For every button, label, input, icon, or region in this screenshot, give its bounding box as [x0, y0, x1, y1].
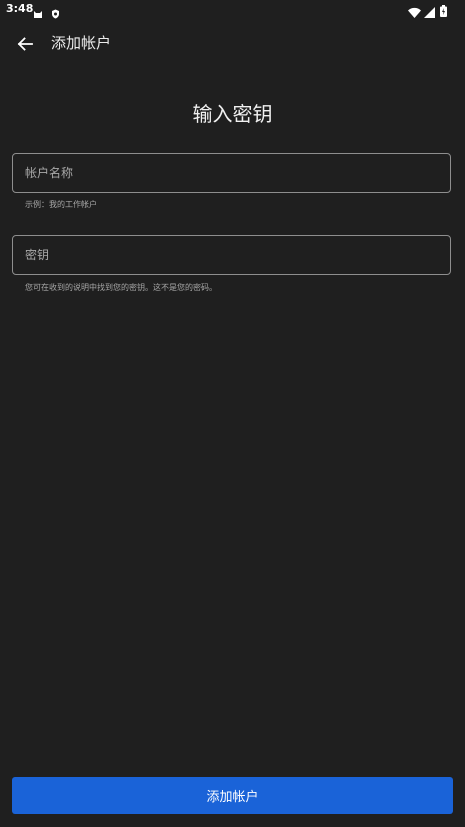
- navigation-bar: [0, 823, 465, 827]
- cat-icon: [33, 4, 43, 23]
- app-bar: 添加帐户: [0, 24, 465, 64]
- add-account-button[interactable]: 添加帐户: [12, 777, 453, 814]
- signal-icon: [424, 3, 435, 22]
- battery-icon: [440, 2, 447, 21]
- account-name-helper: 示例：我的工作帐户: [25, 200, 97, 209]
- back-button[interactable]: [12, 31, 38, 57]
- shield-icon: [51, 4, 60, 23]
- page-title: 输入密钥: [192, 102, 273, 126]
- app-title: 添加帐户: [51, 34, 112, 52]
- wifi-icon: [408, 3, 421, 22]
- secret-key-field[interactable]: [12, 235, 451, 275]
- account-name-field[interactable]: [12, 153, 451, 193]
- arrow-left-icon: [17, 37, 33, 51]
- secret-key-input[interactable]: [25, 236, 435, 274]
- status-bar: 3:48: [0, 0, 465, 20]
- secret-key-helper: 您可在收到的说明中找到您的密钥。这不是您的密码。: [25, 283, 217, 292]
- account-name-input[interactable]: [25, 154, 435, 192]
- status-time: 3:48: [6, 2, 34, 15]
